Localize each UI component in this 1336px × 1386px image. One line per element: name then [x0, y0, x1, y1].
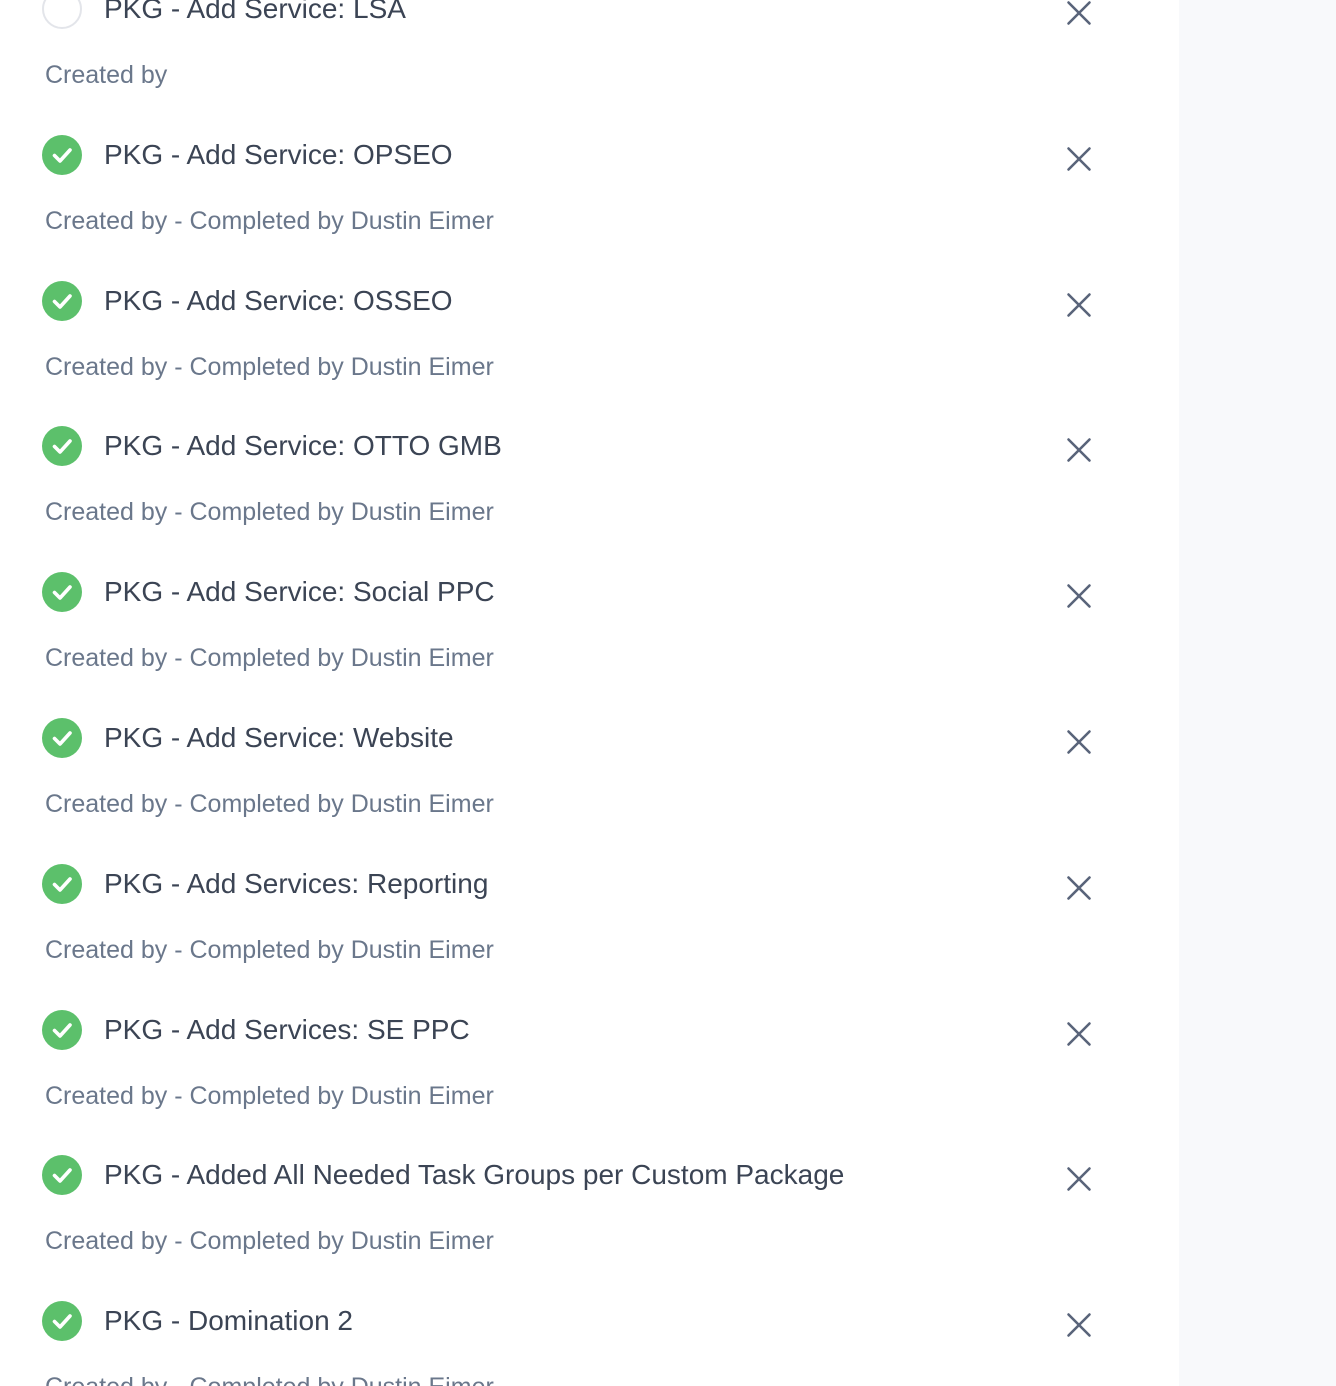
completed-checkbox[interactable]	[42, 1301, 82, 1342]
task-item: PKG - Add Services: SE PPC Created by - …	[0, 876, 1179, 1110]
check-circle-icon	[52, 1314, 72, 1329]
task-item: PKG - Domination 2 Created by - Complete…	[0, 1167, 1179, 1386]
task-meta: Created by - Completed by Dustin Eimer	[45, 1372, 494, 1386]
task-item: PKG - Added All Needed Task Groups per C…	[0, 1021, 1179, 1255]
side-panel	[1179, 0, 1336, 1386]
task-item: PKG - Add Service: Website Created by - …	[0, 584, 1179, 818]
task-list-panel: PKG - Add Service: LSA Created by PKG - …	[0, 0, 1179, 1386]
task-title: PKG - Domination 2	[104, 1305, 353, 1337]
task-item: PKG - Add Service: OPSEO Created by - Co…	[0, 1, 1179, 235]
task-item: PKG - Add Service: OTTO GMB Created by -…	[0, 292, 1179, 526]
task-item: PKG - Add Services: Reporting Created by…	[0, 730, 1179, 964]
task-item: PKG - Add Service: Social PPC Created by…	[0, 438, 1179, 672]
task-item: PKG - Add Service: OSSEO Created by - Co…	[0, 147, 1179, 381]
close-icon	[1067, 1313, 1091, 1337]
remove-task-button[interactable]	[1061, 1307, 1097, 1343]
task-list: PKG - Add Service: LSA Created by PKG - …	[0, 0, 1179, 1386]
